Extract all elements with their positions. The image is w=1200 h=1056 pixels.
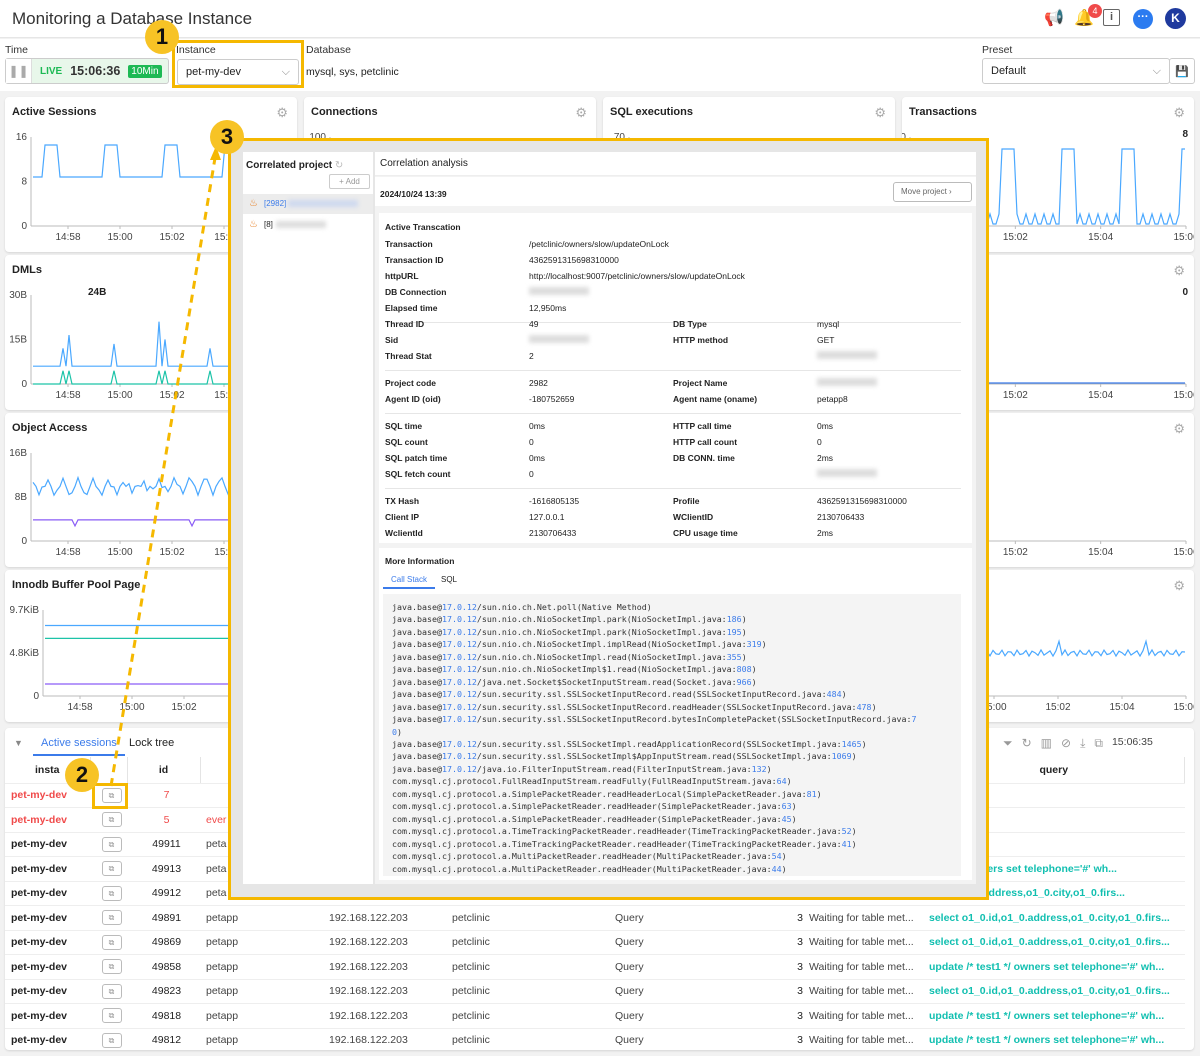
- annotation-highlight-2: [92, 783, 128, 809]
- annotation-badge-3: 3: [210, 120, 244, 154]
- dashed-arrow-line: [109, 151, 218, 787]
- annotation-badge-1: 1: [145, 20, 179, 54]
- annotation-connector: [109, 146, 221, 787]
- annotation-badge-2: 2: [65, 758, 99, 792]
